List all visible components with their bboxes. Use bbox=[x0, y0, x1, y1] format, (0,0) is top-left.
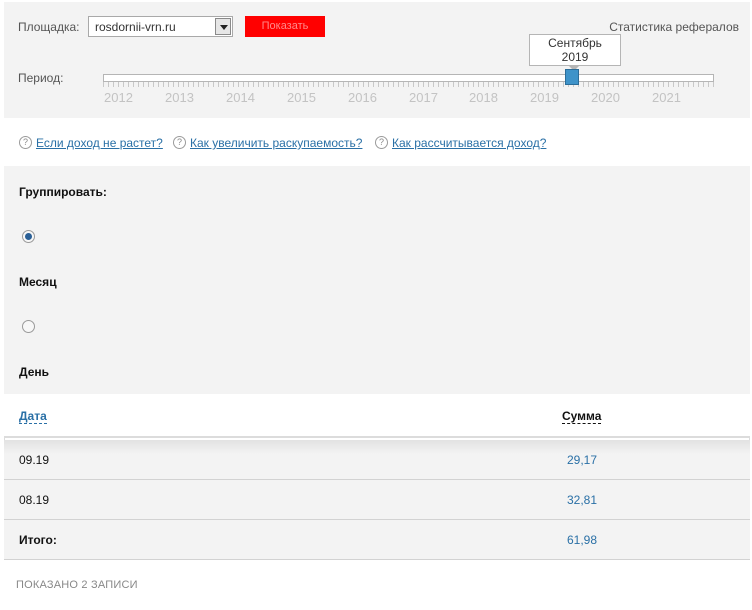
referral-stats-link[interactable]: Статистика рефералов bbox=[609, 20, 739, 34]
show-button[interactable]: Показать bbox=[245, 16, 325, 37]
year-label: 2021 bbox=[652, 90, 681, 105]
period-slider-handle[interactable] bbox=[565, 69, 579, 85]
help-link-sales[interactable]: Как увеличить раскупаемость? bbox=[190, 136, 362, 150]
question-icon: ? bbox=[173, 136, 186, 149]
total-label: Итого: bbox=[19, 533, 57, 547]
year-label: 2020 bbox=[591, 90, 620, 105]
row-date: 08.19 bbox=[19, 493, 50, 507]
question-icon: ? bbox=[375, 136, 388, 149]
tooltip-month: Сентябрь bbox=[548, 36, 602, 50]
row-sum: 32,81 bbox=[567, 493, 598, 507]
grouping-panel: Группировать: Месяц День bbox=[4, 166, 750, 394]
period-slider-track[interactable] bbox=[103, 74, 714, 82]
chevron-down-icon[interactable] bbox=[215, 18, 231, 35]
year-label: 2015 bbox=[287, 90, 316, 105]
help-link-calculation[interactable]: Как рассчитывается доход? bbox=[392, 136, 546, 150]
year-label: 2014 bbox=[226, 90, 255, 105]
table-footer: ПОКАЗАНО 2 ЗАПИСИ bbox=[4, 560, 750, 606]
column-header-date[interactable]: Дата bbox=[19, 409, 47, 424]
year-label: 2019 bbox=[530, 90, 559, 105]
table-total-row: Итого: 61,98 bbox=[4, 520, 750, 560]
grouping-title: Группировать: bbox=[19, 185, 107, 199]
site-select-value: rosdornii-vrn.ru bbox=[95, 20, 176, 34]
year-label: 2016 bbox=[348, 90, 377, 105]
column-header-sum[interactable]: Сумма bbox=[562, 409, 602, 424]
option-label-month: Месяц bbox=[19, 275, 57, 289]
site-select[interactable]: rosdornii-vrn.ru bbox=[88, 16, 233, 37]
year-label: 2018 bbox=[469, 90, 498, 105]
help-link-income[interactable]: Если доход не растет? bbox=[36, 136, 163, 150]
year-label: 2013 bbox=[165, 90, 194, 105]
records-count: ПОКАЗАНО 2 ЗАПИСИ bbox=[16, 579, 138, 591]
year-label: 2017 bbox=[409, 90, 438, 105]
period-tooltip: Сентябрь 2019 bbox=[529, 34, 621, 71]
total-sum: 61,98 bbox=[567, 533, 598, 547]
period-slider-ticks bbox=[103, 82, 714, 87]
table-header: Дата Сумма bbox=[4, 394, 750, 438]
radio-day[interactable] bbox=[22, 320, 35, 333]
year-label: 2012 bbox=[104, 90, 133, 105]
help-links-row: ? Если доход не растет? ? Как увеличить … bbox=[4, 118, 750, 166]
radio-month[interactable] bbox=[22, 230, 35, 243]
question-icon: ? bbox=[19, 136, 32, 149]
tooltip-year: 2019 bbox=[561, 50, 589, 64]
table-row: 09.19 29,17 bbox=[4, 440, 750, 480]
option-label-day: День bbox=[19, 365, 49, 379]
period-label: Период: bbox=[18, 71, 64, 85]
row-date: 09.19 bbox=[19, 453, 50, 467]
site-label: Площадка: bbox=[18, 20, 80, 34]
row-sum: 29,17 bbox=[567, 453, 598, 467]
table-row: 08.19 32,81 bbox=[4, 480, 750, 520]
